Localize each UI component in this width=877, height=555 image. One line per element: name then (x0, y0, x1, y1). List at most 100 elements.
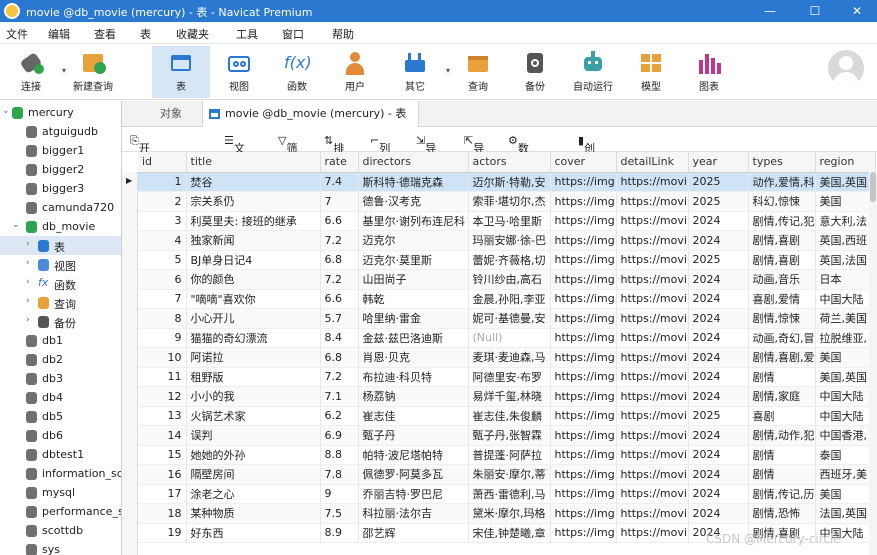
table-cell[interactable]: 7 (138, 289, 187, 309)
table-cell[interactable]: 2 (138, 191, 187, 212)
table-cell[interactable]: 宗关系仍 (186, 191, 321, 212)
table-row[interactable]: 11 租野版 7.2 布拉迪·科贝特 阿德里安·布罗 https://img https:/… (138, 367, 876, 387)
chevron-right-icon[interactable]: › (26, 239, 30, 249)
table-cell[interactable]: https://img (550, 484, 617, 504)
table-cell[interactable]: 杨荔钠 (358, 386, 469, 407)
table-cell[interactable]: 5 (138, 250, 187, 270)
table-cell[interactable]: https://img (550, 269, 617, 290)
table-cell[interactable]: 动作,爱情,科 (748, 172, 816, 192)
table-cell[interactable]: 焚谷 (186, 172, 321, 192)
table-cell[interactable]: 火锅艺术家 (186, 406, 321, 426)
column-header[interactable]: directors (358, 152, 469, 173)
table-cell[interactable]: https://movi (616, 484, 689, 504)
table-cell[interactable]: 19 (138, 523, 187, 543)
table-cell[interactable]: 剧情 (748, 367, 816, 387)
column-header[interactable]: id (138, 152, 187, 173)
table-cell[interactable]: 剧情,传记,历 (748, 484, 816, 504)
table-cell[interactable]: 意大利,法 (815, 211, 876, 231)
query-tool-button[interactable]: 查询 (449, 46, 507, 98)
table-cell[interactable]: 好东西 (186, 523, 321, 543)
table-row[interactable]: 5 BJ单身日记4 6.8 迈克尔·莫里斯 蕾妮·齐薇格,切 https://img htt… (138, 250, 876, 270)
table-cell[interactable]: 动画,奇幻,冒 (748, 328, 816, 348)
table-cell[interactable]: 2025 (688, 406, 749, 426)
table-cell[interactable]: 9 (320, 484, 359, 504)
chevron-right-icon[interactable]: › (26, 315, 30, 325)
table-row[interactable]: 7 "嘀嘀"喜欢你 6.6 韩乾 金晨,孙阳,李亚 https://img https://… (138, 289, 876, 309)
table-cell[interactable]: 2024 (688, 328, 749, 348)
table-cell[interactable]: 11 (138, 367, 187, 387)
view-tool-button[interactable]: 视图 (210, 46, 268, 98)
table-row[interactable]: 2 宗关系仍 7 德鲁·汉考克 索菲·堪切尔,杰 https://img https://m… (138, 191, 876, 212)
table-cell[interactable]: 5.7 (320, 308, 359, 329)
connect-button[interactable]: 连接 ▾ (2, 46, 66, 98)
table-cell[interactable]: 德鲁·汉考克 (358, 191, 469, 212)
table-cell[interactable]: 荷兰,美国 (815, 308, 876, 329)
table-cell[interactable]: 易烊千玺,林晓 (468, 386, 551, 407)
menu-view[interactable]: 查看 (94, 26, 116, 42)
table-cell[interactable]: 小心开儿 (186, 308, 321, 329)
table-row[interactable]: 15 她她的外孙 8.8 帕特·波尼塔帕特 普提蓬·阿萨拉 https://img http… (138, 445, 876, 465)
table-cell[interactable]: https://movi (616, 503, 689, 524)
table-cell[interactable]: 剧情,喜剧 (748, 230, 816, 251)
table-cell[interactable]: 甄子丹 (358, 425, 469, 446)
export-button[interactable]: ⇱ 导出 (464, 134, 484, 171)
function-tool-button[interactable]: f(x) 函数 (268, 46, 326, 98)
table-cell[interactable]: 黛米·摩尔,玛格 (468, 503, 551, 524)
text-view-button[interactable]: ☰ 文本 ▾ (224, 134, 245, 185)
table-cell[interactable]: 西班牙,美 (815, 464, 876, 485)
table-cell[interactable]: 2024 (688, 484, 749, 504)
table-cell[interactable]: 普提蓬·阿萨拉 (468, 445, 551, 465)
user-tool-button[interactable]: 用户 (326, 46, 384, 98)
table-cell[interactable]: 6.8 (320, 347, 359, 368)
table-cell[interactable]: 某种物质 (186, 503, 321, 524)
menu-edit[interactable]: 编辑 (48, 26, 70, 42)
table-cell[interactable]: 斯科特·德瑞克森 (358, 172, 469, 192)
table-row[interactable]: 14 误判 6.9 甄子丹 甄子丹,张智霖 https://img https://movi… (138, 425, 876, 446)
table-cell[interactable]: 租野版 (186, 367, 321, 387)
table-cell[interactable]: 8 (138, 308, 187, 329)
tree-connection-mercury[interactable]: ⌄ mercury (0, 103, 121, 122)
table-cell[interactable]: 科幻,惊悚 (748, 191, 816, 212)
table-row[interactable]: 16 隔壁房间 7.8 佩德罗·阿莫多瓦 朱丽安·摩尔,蒂 https://img http… (138, 464, 876, 485)
table-cell[interactable]: 7.5 (320, 503, 359, 524)
menu-window[interactable]: 窗口 (282, 26, 304, 42)
maximize-button[interactable]: ☐ (795, 2, 835, 20)
table-cell[interactable]: https://img (550, 289, 617, 309)
avatar[interactable] (828, 50, 864, 86)
table-cell[interactable]: 4 (138, 230, 187, 251)
column-header[interactable]: rate (320, 152, 359, 173)
tree-db-item[interactable]: db5 (0, 407, 121, 426)
table-cell[interactable]: 甄子丹,张智霖 (468, 425, 551, 446)
table-row[interactable]: 12 小小的我 7.1 杨荔钠 易烊千玺,林晓 https://img https://mo… (138, 386, 876, 407)
table-cell[interactable]: 猫猫的奇幻漂流 (186, 328, 321, 348)
menu-favorites[interactable]: 收藏夹 (176, 26, 209, 42)
table-cell[interactable]: 泰国 (815, 445, 876, 465)
table-cell[interactable]: 阿德里安·布罗 (468, 367, 551, 387)
column-header[interactable]: detailLink (616, 152, 689, 173)
table-cell[interactable]: 美国 (815, 191, 876, 212)
table-cell[interactable]: https://movi (616, 172, 689, 192)
table-cell[interactable]: 6.6 (320, 289, 359, 309)
tree-db-item[interactable]: db6 (0, 426, 121, 445)
auto-run-tool-button[interactable]: 自动运行 (564, 46, 622, 98)
table-cell[interactable]: 2024 (688, 464, 749, 485)
table-cell[interactable]: 金晨,孙阳,李亚 (468, 289, 551, 309)
table-cell[interactable]: 剧情 (748, 464, 816, 485)
table-cell[interactable]: 6.9 (320, 425, 359, 446)
table-cell[interactable]: 布拉迪·科贝特 (358, 367, 469, 387)
table-cell[interactable]: 1 (138, 172, 187, 192)
table-cell[interactable]: 6 (138, 269, 187, 290)
table-row[interactable]: 3 利莫里夫: 接班的继承 6.6 基里尔·谢列布连尼科 本卫马·哈里斯 https://… (138, 211, 876, 231)
column-header[interactable]: region (815, 152, 876, 173)
sort-button[interactable]: ⇅ 排序 (324, 134, 344, 171)
table-cell[interactable]: https://img (550, 347, 617, 368)
table-row[interactable]: 6 你的颜色 7.2 山田尚子 铃川纱由,高石 https://img https://mo… (138, 269, 876, 290)
table-cell[interactable]: https://movi (616, 269, 689, 290)
table-cell[interactable]: 萧西·雷德利,马 (468, 484, 551, 504)
table-cell[interactable]: https://img (550, 172, 617, 192)
menu-tools[interactable]: 工具 (236, 26, 258, 42)
table-cell[interactable]: https://img (550, 230, 617, 251)
chevron-down-icon[interactable]: ⌄ (12, 220, 20, 230)
table-cell[interactable]: 邵艺辉 (358, 523, 469, 543)
table-cell[interactable]: 12 (138, 386, 187, 407)
